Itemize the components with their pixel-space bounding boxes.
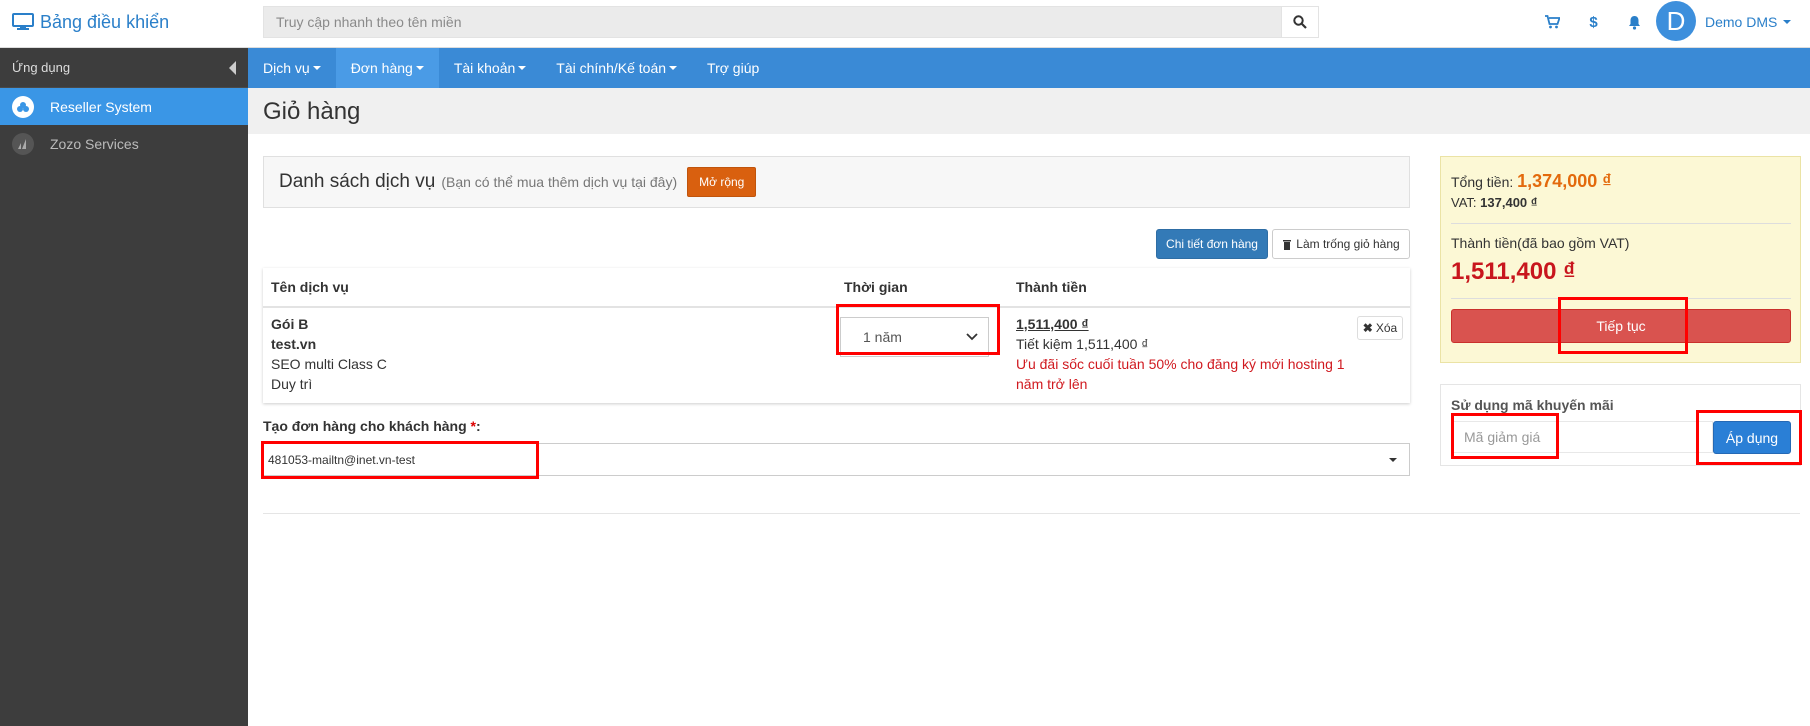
notification-button[interactable]: [1614, 15, 1655, 30]
chevron-down-icon: [312, 66, 321, 70]
promo-title: Sử dụng mã khuyến mãi: [1451, 397, 1614, 413]
expand-button[interactable]: Mở rộng: [687, 167, 757, 197]
nav-orders[interactable]: Đơn hàng: [335, 48, 439, 88]
dollar-icon: $: [1589, 13, 1598, 31]
sidebar-title: Ứng dụng: [12, 60, 71, 75]
total-label: Tổng tiền:: [1451, 174, 1514, 190]
remove-label: Xóa: [1375, 321, 1398, 335]
chevron-down-icon: [518, 66, 527, 70]
sidebar-header: Ứng dụng: [0, 48, 248, 88]
vat-row: VAT: 137,400 ₫: [1451, 195, 1537, 210]
nav-label: Tài khoản: [453, 60, 516, 76]
sidebar: Ứng dụng Reseller System Zozo Services: [0, 48, 248, 726]
vat-label: VAT:: [1451, 195, 1477, 210]
customer-label-text: Tạo đơn hàng cho khách hàng: [263, 418, 467, 434]
divider: [263, 513, 1800, 514]
cart-icon: [1545, 15, 1560, 29]
header-divider: [263, 306, 1410, 308]
customer-select[interactable]: 481053-mailtn@inet.vn-test: [263, 443, 1410, 476]
search-icon: [1293, 15, 1307, 29]
order-detail-button[interactable]: Chi tiết đơn hàng: [1156, 229, 1268, 259]
nav-finance[interactable]: Tài chính/Kế toán: [541, 48, 692, 88]
customer-label: Tạo đơn hàng cho khách hàng *:: [263, 418, 481, 434]
product-name: SEO multi Class C: [271, 356, 387, 372]
grand-total-value: 1,511,400 ₫: [1451, 258, 1576, 285]
avatar[interactable]: D: [1656, 1, 1696, 41]
brand-title: Bảng điều khiển: [40, 11, 170, 32]
service-type: Duy trì: [271, 376, 313, 392]
row-promo-line-2: năm trở lên: [1016, 376, 1088, 392]
empty-cart-label: Làm trống giỏ hàng: [1296, 237, 1400, 251]
monitor-icon: [12, 13, 34, 30]
table-row: Gói B test.vn SEO multi Class C Duy trì: [271, 314, 387, 394]
sidebar-item-label: Reseller System: [50, 98, 152, 115]
promo-code-input[interactable]: [1451, 421, 1713, 453]
top-icons: $: [1532, 0, 1655, 44]
cart-button[interactable]: [1532, 15, 1573, 29]
promo-box: Sử dụng mã khuyến mãi Áp dụng: [1440, 384, 1801, 466]
vat-value: 137,400 ₫: [1480, 195, 1538, 210]
nav-label: Dịch vụ: [263, 60, 310, 76]
collapse-sidebar-icon[interactable]: [229, 60, 236, 75]
search-input[interactable]: [263, 6, 1281, 38]
customer-value: 481053-mailtn@inet.vn-test: [268, 452, 415, 467]
apply-promo-button[interactable]: Áp dụng: [1713, 421, 1791, 454]
duration-select[interactable]: 1 năm: [840, 317, 989, 357]
row-price: 1,511,400 ₫: [1016, 316, 1089, 332]
chevron-down-icon: [415, 66, 424, 70]
close-icon: ✖: [1362, 321, 1373, 335]
nav-help[interactable]: Trợ giúp: [692, 48, 774, 88]
order-summary: Tổng tiền: 1,374,000 ₫ VAT: 137,400 ₫ Th…: [1440, 156, 1801, 363]
chevron-down-icon: [1389, 457, 1397, 462]
cart-table: Tên dịch vụ Thời gian Thành tiền Gói B t…: [263, 268, 1410, 403]
brand-link[interactable]: Bảng điều khiển: [12, 0, 169, 44]
column-header-amount: Thành tiền: [1016, 279, 1087, 295]
sidebar-item-zozo-services[interactable]: Zozo Services: [0, 125, 248, 162]
plan-name: Gói B: [271, 316, 309, 332]
domain-name: test.vn: [271, 336, 317, 352]
column-header-service: Tên dịch vụ: [271, 279, 349, 295]
total-value: 1,374,000 ₫: [1517, 171, 1612, 191]
user-menu[interactable]: Demo DMS: [1705, 0, 1792, 44]
user-name: Demo DMS: [1705, 14, 1778, 30]
search-button[interactable]: [1281, 6, 1319, 38]
amount-cell: 1,511,400 ₫ Tiết kiệm 1,511,400 ₫ Ưu đãi…: [1016, 314, 1345, 394]
nav-accounts[interactable]: Tài khoản: [439, 48, 541, 88]
nav-label: Tài chính/Kế toán: [556, 60, 667, 76]
total-row: Tổng tiền: 1,374,000 ₫: [1451, 171, 1611, 192]
bell-icon: [1629, 15, 1640, 30]
cloud-icon: [12, 95, 34, 118]
chevron-down-icon: [669, 66, 678, 70]
nav-services[interactable]: Dịch vụ: [248, 48, 336, 88]
grand-total-label: Thành tiền(đã bao gồm VAT): [1451, 235, 1630, 251]
nav-label: Trợ giúp: [707, 60, 760, 76]
row-promo-line-1: Ưu đãi sốc cuối tuần 50% cho đăng ký mới…: [1016, 356, 1345, 372]
main-nav: Dịch vụ Đơn hàng Tài khoản Tài chính/Kế …: [248, 48, 1810, 88]
chevron-down-icon: [966, 333, 978, 341]
sidebar-item-label: Zozo Services: [50, 135, 139, 152]
service-list-header: Danh sách dịch vụ (Bạn có thể mua thêm d…: [263, 156, 1410, 208]
empty-cart-button[interactable]: Làm trống giỏ hàng: [1272, 229, 1410, 259]
summary-divider: [1451, 298, 1791, 299]
page-title: Giỏ hàng: [263, 98, 361, 125]
summary-divider: [1451, 223, 1791, 224]
chart-icon: [12, 132, 34, 155]
top-bar: Bảng điều khiển $ D Demo DMS: [0, 0, 1810, 48]
sidebar-item-reseller-system[interactable]: Reseller System: [0, 88, 248, 125]
label-colon: :: [475, 418, 481, 434]
continue-button[interactable]: Tiếp tục: [1451, 309, 1791, 343]
dollar-button[interactable]: $: [1573, 14, 1614, 31]
row-saving: Tiết kiệm 1,511,400 ₫: [1016, 336, 1149, 352]
service-list-title: Danh sách dịch vụ: [279, 171, 436, 192]
trash-icon: [1283, 239, 1292, 250]
nav-label: Đơn hàng: [350, 60, 413, 76]
chevron-down-icon: [1783, 20, 1792, 24]
search-bar: [263, 6, 1319, 38]
column-header-duration: Thời gian: [844, 279, 908, 295]
service-list-subtitle: (Bạn có thể mua thêm dịch vụ tại đây): [441, 174, 678, 190]
remove-item-button[interactable]: ✖ Xóa: [1357, 316, 1403, 340]
duration-value: 1 năm: [863, 329, 902, 345]
